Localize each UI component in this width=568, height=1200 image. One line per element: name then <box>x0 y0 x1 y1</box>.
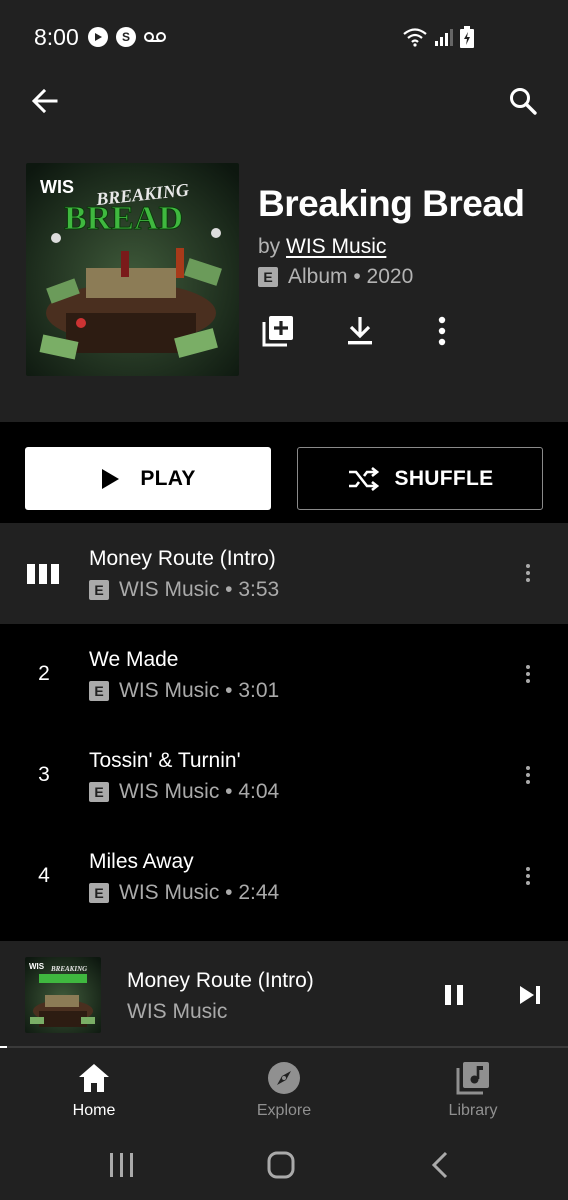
now-playing-equalizer-icon <box>27 564 59 584</box>
track-subtitle: E WIS Music • 3:01 <box>89 679 279 703</box>
recent-apps-icon <box>110 1153 133 1177</box>
track-title: Tossin' & Turnin' <box>89 749 241 772</box>
nav-library[interactable]: Library <box>413 1060 533 1126</box>
download-icon <box>348 317 372 345</box>
shuffle-button[interactable]: SHUFFLE <box>297 447 543 510</box>
track-more-button[interactable] <box>516 660 540 688</box>
track-subtitle: E WIS Music • 4:04 <box>89 780 279 804</box>
status-icons-right <box>402 26 474 48</box>
track-more-button[interactable] <box>516 559 540 587</box>
nav-explore-label: Explore <box>256 1102 312 1119</box>
mini-player-artist: WIS Music <box>127 1000 228 1023</box>
track-title: Miles Away <box>89 850 194 873</box>
track-row[interactable]: 2 We Made E WIS Music • 3:01 <box>0 624 568 725</box>
album-meta: E Album • 2020 <box>258 265 413 289</box>
album-byline: by WIS Music <box>258 235 386 259</box>
play-button[interactable]: PLAY <box>25 447 271 510</box>
system-home-icon <box>267 1151 295 1179</box>
system-nav-bar <box>0 1133 568 1200</box>
play-icon <box>102 468 120 489</box>
track-artist-duration: WIS Music • 2:44 <box>119 881 280 904</box>
signal-icon <box>435 29 453 46</box>
mini-art-title: BREAKING <box>50 965 87 973</box>
explicit-badge: E <box>89 782 109 802</box>
arrow-back-icon <box>31 88 58 114</box>
track-subtitle: E WIS Music • 2:44 <box>89 881 279 905</box>
status-bar: 8:00 S <box>0 0 568 76</box>
track-artist-duration: WIS Music • 3:53 <box>119 578 280 601</box>
system-back-icon <box>431 1151 448 1179</box>
nav-explore[interactable]: Explore <box>224 1060 344 1126</box>
skip-next-button[interactable] <box>512 977 548 1013</box>
recent-apps-button[interactable] <box>100 1145 144 1185</box>
track-title: We Made <box>89 648 179 671</box>
track-subtitle: E WIS Music • 3:53 <box>89 578 279 602</box>
explicit-badge: E <box>258 267 278 287</box>
album-cover-art: WIS BREAKING BREAD <box>26 163 239 376</box>
wifi-icon <box>403 28 427 47</box>
more-options-button[interactable] <box>422 311 462 351</box>
mini-art-brand: WIS <box>29 962 45 971</box>
more-vert-icon <box>438 316 446 346</box>
explicit-badge: E <box>89 883 109 903</box>
track-more-button[interactable] <box>516 761 540 789</box>
artist-link[interactable]: WIS Music <box>286 235 386 258</box>
pause-icon <box>445 985 463 1005</box>
search-icon <box>510 88 537 115</box>
track-row[interactable]: Money Route (Intro) E WIS Music • 3:53 <box>0 523 568 624</box>
mini-player-art: WIS BREAKING <box>25 957 101 1033</box>
art-brand-text: WIS <box>40 177 74 197</box>
mini-player-title: Money Route (Intro) <box>127 969 314 992</box>
search-button[interactable] <box>506 84 540 118</box>
s-circle-icon: S <box>116 27 136 47</box>
nav-library-label: Library <box>448 1102 498 1119</box>
explicit-badge: E <box>89 580 109 600</box>
system-home-button[interactable] <box>259 1145 303 1185</box>
nav-home[interactable]: Home <box>34 1060 154 1126</box>
mini-player[interactable]: WIS BREAKING Money Route (Intro) WIS Mus… <box>0 941 568 1047</box>
bottom-nav: Home Explore Library <box>0 1048 568 1133</box>
home-icon <box>76 1060 112 1096</box>
nav-home-label: Home <box>72 1102 116 1119</box>
track-artist-duration: WIS Music • 4:04 <box>119 780 280 803</box>
play-circle-icon <box>88 27 108 47</box>
shuffle-icon <box>348 466 379 491</box>
skip-next-icon <box>520 986 540 1004</box>
compass-icon <box>266 1060 302 1096</box>
album-title: Breaking Bread <box>258 183 525 224</box>
track-artist-duration: WIS Music • 3:01 <box>119 679 280 702</box>
shuffle-label: SHUFFLE <box>394 466 494 490</box>
add-to-library-icon <box>262 316 293 347</box>
add-to-library-button[interactable] <box>258 311 298 351</box>
track-more-button[interactable] <box>516 862 540 890</box>
explicit-badge: E <box>89 681 109 701</box>
system-back-button[interactable] <box>418 1145 462 1185</box>
status-icons-left: S <box>88 27 166 47</box>
track-row[interactable]: 4 Miles Away E WIS Music • 2:44 <box>0 826 568 927</box>
track-row[interactable]: 3 Tossin' & Turnin' E WIS Music • 4:04 <box>0 725 568 826</box>
album-actions <box>258 311 462 351</box>
track-number: 3 <box>38 763 50 786</box>
by-prefix: by <box>258 235 281 258</box>
back-button[interactable] <box>28 84 62 118</box>
track-number: 2 <box>38 662 50 685</box>
library-music-icon <box>455 1060 491 1096</box>
voicemail-icon <box>144 27 166 47</box>
track-number: 4 <box>38 864 50 887</box>
download-button[interactable] <box>340 311 380 351</box>
play-label: PLAY <box>140 466 196 490</box>
status-time: 8:00 <box>34 24 79 50</box>
battery-charging-icon <box>460 26 474 48</box>
track-title: Money Route (Intro) <box>89 547 276 570</box>
art-title-line2: BREAD <box>64 200 183 237</box>
album-type-year: Album • 2020 <box>288 265 414 288</box>
pause-button[interactable] <box>436 977 472 1013</box>
